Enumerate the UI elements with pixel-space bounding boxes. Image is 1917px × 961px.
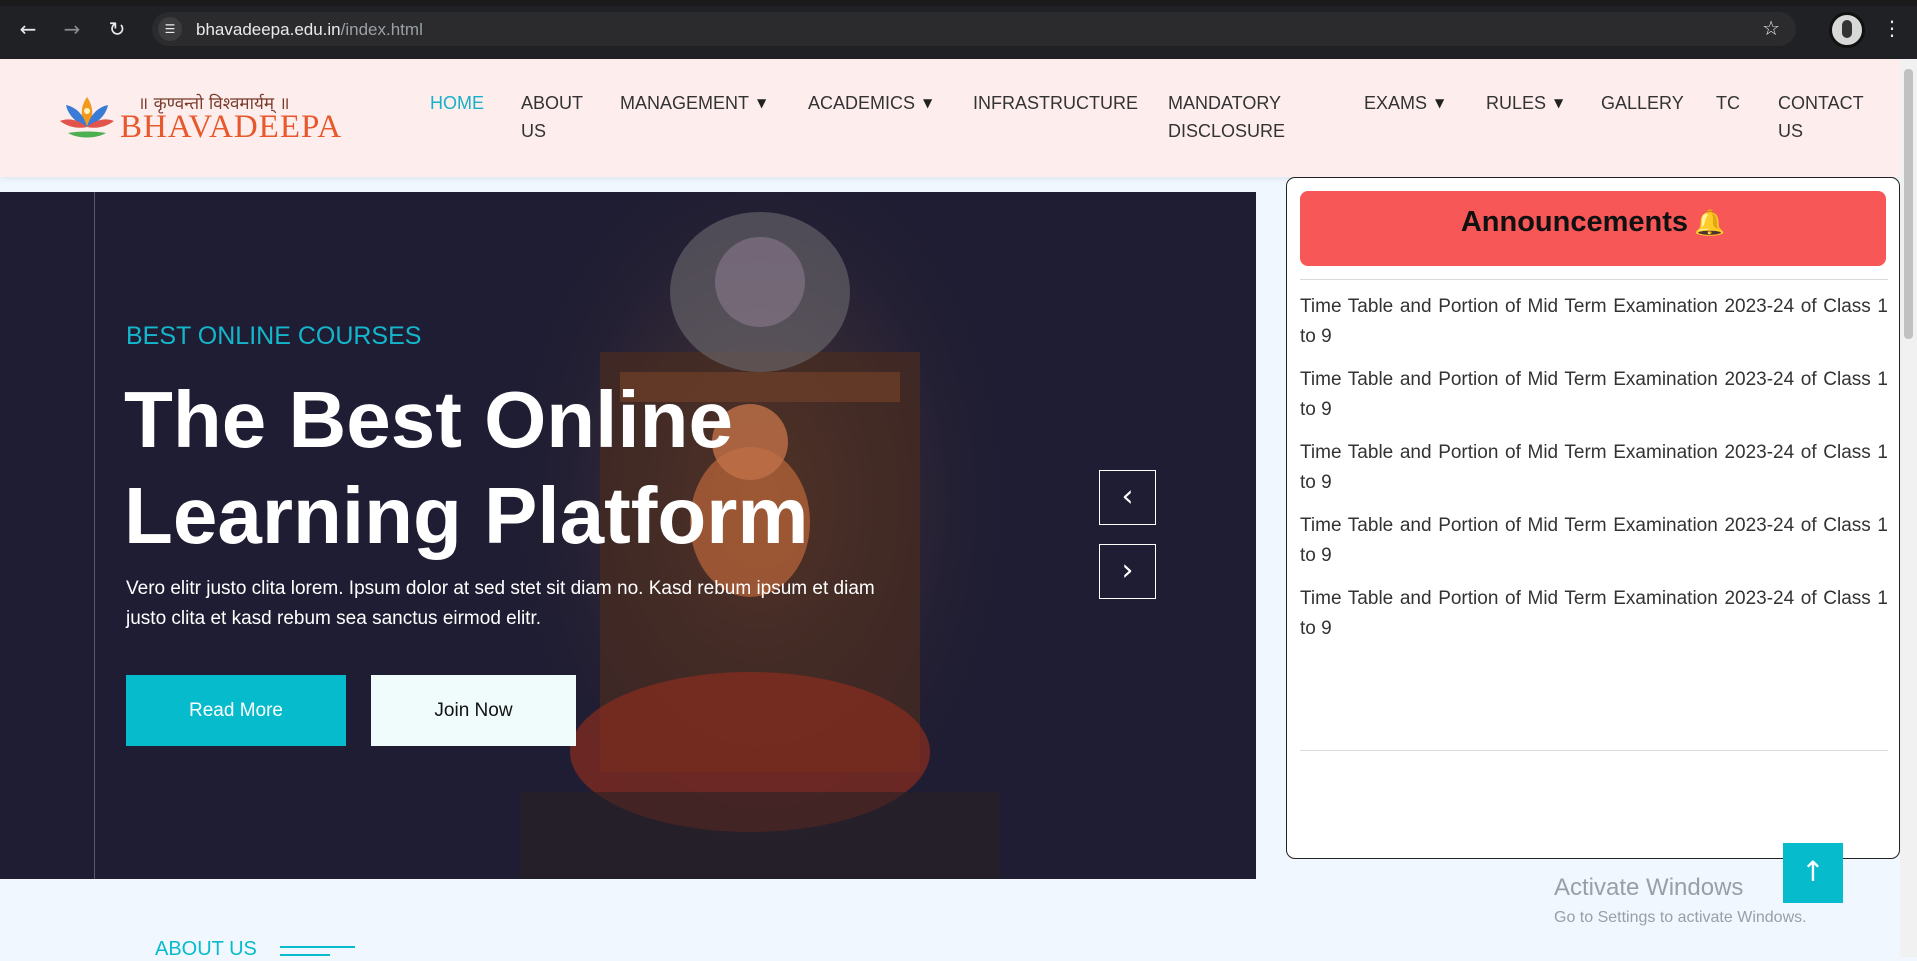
nav-mandatory-line2: DISCLOSURE	[1168, 121, 1286, 141]
chevron-down-icon: ▼	[923, 96, 933, 110]
browser-toolbar: ← → ↻ ☰ bhavadeepa.edu.in/index.html ☆ ⋮	[0, 0, 1917, 59]
browser-menu-icon[interactable]: ⋮	[1882, 16, 1902, 40]
nav-about-line2: US	[521, 121, 547, 141]
site-info-icon[interactable]: ☰	[158, 17, 182, 41]
lotus-logo-icon	[60, 97, 114, 138]
url-text[interactable]: bhavadeepa.edu.in/index.html	[196, 20, 423, 40]
nav-mandatory-disclosure[interactable]: MANDATORY DISCLOSURE	[1168, 89, 1285, 145]
nav-contact-line2: US	[1778, 121, 1804, 141]
chevron-down-icon: ▼	[1554, 96, 1564, 110]
activate-windows-subtitle: Go to Settings to activate Windows.	[1554, 909, 1807, 926]
hero-carousel: BEST ONLINE COURSES The Best Online Lear…	[0, 192, 1256, 879]
activate-windows-title: Activate Windows	[1554, 874, 1744, 901]
carousel-prev-icon[interactable]: ‹	[1099, 470, 1156, 525]
announcements-header: Announcements 🔔	[1300, 191, 1886, 266]
hero-description: Vero elitr justo clita lorem. Ipsum dolo…	[126, 578, 875, 629]
announcements-list: Time Table and Portion of Mid Term Exami…	[1300, 292, 1888, 657]
nav-academics[interactable]: ACADEMICS ▼	[808, 89, 932, 117]
nav-exams[interactable]: EXAMS ▼	[1364, 89, 1444, 117]
site-logo[interactable]: ॥ कृण्वन्तो विश्वमार्यम् ॥ BHAVADEEPA	[58, 91, 341, 151]
about-section-heading: ABOUT US	[155, 938, 257, 960]
nav-exams-label: EXAMS	[1364, 93, 1428, 113]
forward-arrow-icon[interactable]: →	[58, 15, 86, 43]
nav-about-line1: ABOUT	[521, 93, 584, 113]
hero-eyebrow: BEST ONLINE COURSES	[126, 322, 422, 350]
page-scrollbar[interactable]	[1900, 59, 1917, 957]
nav-management[interactable]: MANAGEMENT ▼	[620, 89, 766, 117]
tab-strip-edge	[0, 0, 1917, 6]
back-arrow-icon[interactable]: ←	[14, 15, 42, 43]
nav-home[interactable]: HOME	[430, 89, 484, 117]
join-now-button[interactable]: Join Now	[371, 675, 576, 746]
announcements-panel: Announcements 🔔 Time Table and Portion of…	[1286, 177, 1900, 859]
hero-title: The Best Online Learning Platform	[124, 375, 809, 560]
logo-name: BHAVADEEPA	[120, 109, 343, 145]
heading-underline	[280, 954, 330, 956]
announcement-item[interactable]: Time Table and Portion of Mid Term Exami…	[1300, 365, 1888, 425]
bell-icon: 🔔	[1694, 208, 1726, 237]
url-domain: bhavadeepa.edu.in	[196, 20, 341, 39]
address-bar[interactable]: ☰ bhavadeepa.edu.in/index.html ☆	[152, 12, 1796, 46]
site-header: ॥ कृण्वन्तो विश्वमार्यम् ॥ BHAVADEEPA HO…	[0, 59, 1900, 177]
read-more-button[interactable]: Read More	[126, 675, 346, 746]
announcements-title: Announcements	[1460, 206, 1689, 238]
nav-management-label: MANAGEMENT	[620, 93, 750, 113]
nav-contact-us[interactable]: CONTACT US	[1778, 89, 1864, 145]
nav-rules[interactable]: RULES ▼	[1486, 89, 1563, 117]
announcement-item[interactable]: Time Table and Portion of Mid Term Exami…	[1300, 438, 1888, 498]
scroll-to-top-icon[interactable]: ↑	[1783, 843, 1843, 903]
chevron-down-icon: ▼	[757, 96, 767, 110]
announcement-item[interactable]: Time Table and Portion of Mid Term Exami…	[1300, 292, 1888, 352]
nav-about-us[interactable]: ABOUT US	[521, 89, 583, 145]
nav-academics-label: ACADEMICS	[808, 93, 916, 113]
nav-mandatory-line1: MANDATORY	[1168, 93, 1282, 113]
profile-avatar[interactable]	[1829, 12, 1865, 48]
nav-contact-line1: CONTACT	[1778, 93, 1864, 113]
announcements-divider-top	[1300, 279, 1888, 280]
announcement-item[interactable]: Time Table and Portion of Mid Term Exami…	[1300, 511, 1888, 571]
nav-rules-label: RULES	[1486, 93, 1547, 113]
bookmark-star-icon[interactable]: ☆	[1762, 16, 1780, 40]
nav-tc[interactable]: TC	[1716, 89, 1740, 117]
chevron-down-icon: ▼	[1435, 96, 1445, 110]
reload-icon[interactable]: ↻	[103, 15, 131, 43]
nav-gallery[interactable]: GALLERY	[1601, 89, 1684, 117]
carousel-next-icon[interactable]: ›	[1099, 544, 1156, 599]
announcements-divider-bottom	[1300, 750, 1888, 751]
hero-divider-line	[94, 192, 95, 879]
heading-underline	[280, 946, 355, 948]
scrollbar-thumb[interactable]	[1904, 69, 1913, 339]
url-path: /index.html	[340, 20, 423, 39]
nav-infrastructure[interactable]: INFRASTRUCTURE	[973, 89, 1138, 117]
announcement-item[interactable]: Time Table and Portion of Mid Term Exami…	[1300, 584, 1888, 644]
